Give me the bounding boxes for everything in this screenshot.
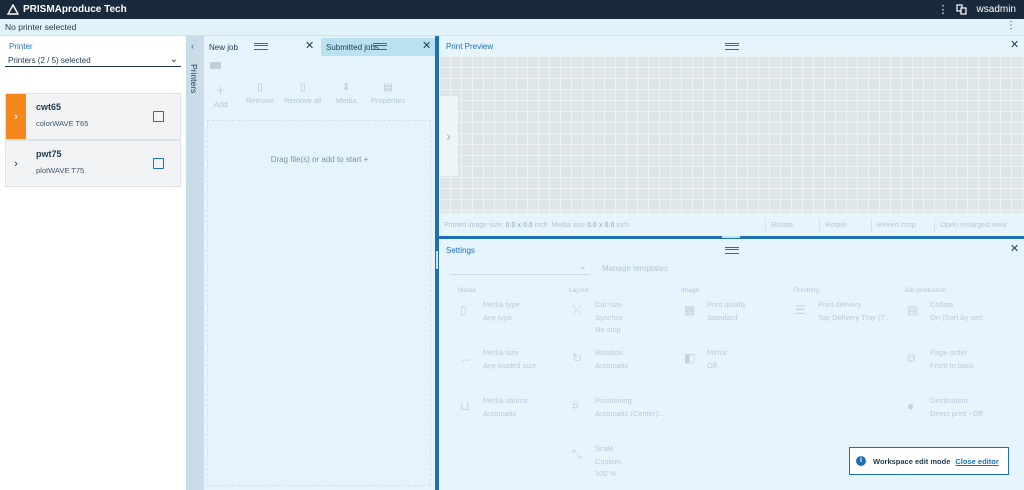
setting-print-delivery[interactable]: ☰ Print delivery Top Delivery Tray (T... [790,293,894,333]
print-preview-header: Print Preview ✕ [439,36,1024,56]
chevron-right-icon[interactable]: › [6,141,26,186]
drag-handle-icon[interactable] [373,43,387,50]
close-editor-link[interactable]: Close editor [955,457,998,466]
rotate-left-button[interactable]: Rotate [765,218,793,232]
chevron-down-icon: ⌄ [578,261,587,272]
status-bar: No printer selected ⋮ [0,19,1024,36]
setting-collate[interactable]: ▤ Collate On (Sort by set) [902,293,1006,333]
tab-submitted-jobs[interactable]: Submitted jobs ✕ [321,38,435,56]
manage-templates-link[interactable]: Manage templates [602,264,668,273]
edit-mode-text: Workspace edit mode [873,456,951,466]
print-preview-title: Print Preview [446,42,494,51]
user-name[interactable]: wsadmin [977,4,1016,15]
cut-size-icon: ⤫ [572,303,582,317]
workspace-switch-icon[interactable] [955,4,967,15]
template-select[interactable]: ⌄ [450,261,590,275]
close-icon[interactable]: ✕ [305,41,314,52]
setting-rotation[interactable]: ↻ Rotation Automatic [567,341,671,381]
printer-name: cwt65 [36,102,62,112]
printers-collapse-tab[interactable]: ‹ Printers [186,36,204,490]
person-icon: ● [907,399,915,413]
close-icon[interactable]: ✕ [1010,40,1019,51]
close-icon[interactable]: ✕ [1010,244,1019,255]
edit-icon[interactable] [153,158,164,169]
setting-destination[interactable]: ● Destination Direct print - Off [902,389,1006,429]
edit-mode-notification: i Workspace edit mode Close editor [849,447,1009,475]
printer-name: pwt75 [36,149,62,159]
printer-select-value: Printers (2 / 5) selected [8,56,91,65]
setting-media-type[interactable]: ▯ Media type Any type [455,293,559,333]
edit-icon[interactable] [153,111,164,122]
more-menu-icon[interactable]: ⋮ [938,3,949,16]
info-icon: i [856,456,866,466]
tab-new-job-label: New job [209,42,238,52]
page-order-icon: ⧉ [907,351,916,365]
properties-button[interactable]: ▤ Properties [371,82,405,105]
folder-icon[interactable] [210,62,221,69]
close-icon[interactable]: ✕ [422,41,431,52]
jobs-panel: New job ✕ Submitted jobs ✕ ＋ Add ▯ Remov… [204,36,435,490]
drag-handle-icon[interactable] [254,43,268,50]
remove-button[interactable]: ▯ Remove [246,82,274,105]
drop-zone-text: Drag file(s) or add to start + [270,155,369,164]
settings-title: Settings [446,246,475,255]
printer-model: plotWAVE T75 [36,166,85,175]
printer-label: Printer [9,42,33,51]
setting-scale[interactable]: ⤡ Scale Custom 100 % [567,437,671,478]
app-title: PRISMAproduce Tech [23,4,127,15]
media-type-icon: ▯ [460,303,467,317]
app-header: PRISMAproduce Tech ⋮ wsadmin [0,0,1024,19]
printer-model: colorWAVE T65 [36,119,89,128]
setting-media-size[interactable]: ↔ Media size Any loaded size [455,341,559,381]
drag-handle-icon[interactable] [725,247,739,254]
preview-canvas[interactable]: › [439,56,1024,213]
chevron-down-icon: ⌄ [169,54,178,65]
rotate-right-button[interactable]: Rotate [819,218,847,232]
media-source-icon: ⊔ [460,399,470,413]
setting-mirror[interactable]: ◧ Mirror Off [679,341,783,381]
setting-page-order[interactable]: ⧉ Page order Front to back [902,341,1006,381]
chevron-right-icon[interactable]: › [6,94,26,139]
chevron-right-icon[interactable]: › [439,96,458,176]
media-size-icon: ↔ [460,351,472,365]
positioning-icon: # [572,399,579,413]
printer-card-pwt75[interactable]: › pwt75 plotWAVE T75 [5,140,181,187]
remove-all-button[interactable]: ▯ Remove all [284,82,322,105]
print-preview-panel: Print Preview ✕ › Printed image size: 0.… [439,36,1024,236]
status-more-icon[interactable]: ⋮ [1006,20,1016,31]
tab-new-job[interactable]: New job ✕ [204,38,321,56]
print-quality-icon: ▦ [684,303,696,317]
sort-icon: ⇕ [342,82,351,93]
open-enlarged-view-button[interactable]: Open enlarged view [934,218,1007,232]
rotation-icon: ↻ [572,351,583,365]
revert-crop-button[interactable]: Revert crop [871,218,916,232]
add-button[interactable]: ＋ Add [214,82,227,109]
status-text: No printer selected [5,22,77,32]
setting-positioning[interactable]: # Positioning Automatic (Center)... [567,389,671,429]
printer-panel: Printer Printers (2 / 5) selected ⌄ › cw… [0,36,186,490]
tab-submitted-label: Submitted jobs [326,42,379,52]
setting-cut-size[interactable]: ⤫ Cut size Synchro No strip [567,293,671,334]
preview-info-bar: Printed image size: 0.0 x 0.0 inch Media… [439,214,1024,236]
setting-print-quality[interactable]: ▦ Print quality Standard [679,293,783,333]
setting-media-source[interactable]: ⊔ Media source Automatic [455,389,559,429]
print-delivery-icon: ☰ [795,303,806,317]
printer-select[interactable]: Printers (2 / 5) selected ⌄ [5,54,181,67]
printers-tab-label: Printers [189,64,199,94]
drop-zone[interactable] [207,120,431,486]
trash-icon: ▯ [257,82,263,93]
collate-icon: ▤ [907,303,919,317]
scale-icon: ⤡ [572,447,582,461]
media-button[interactable]: ⇕ Media [336,82,356,105]
drag-handle-icon[interactable] [725,43,739,50]
plus-icon: ＋ [215,86,226,97]
properties-icon: ▤ [383,82,393,93]
trash-all-icon: ▯ [300,82,306,93]
printer-card-cwt65[interactable]: › cwt65 colorWAVE T65 [5,93,181,140]
mirror-icon: ◧ [684,351,696,365]
app-logo-icon [7,3,19,15]
chevron-left-icon[interactable]: ‹ [191,41,194,51]
